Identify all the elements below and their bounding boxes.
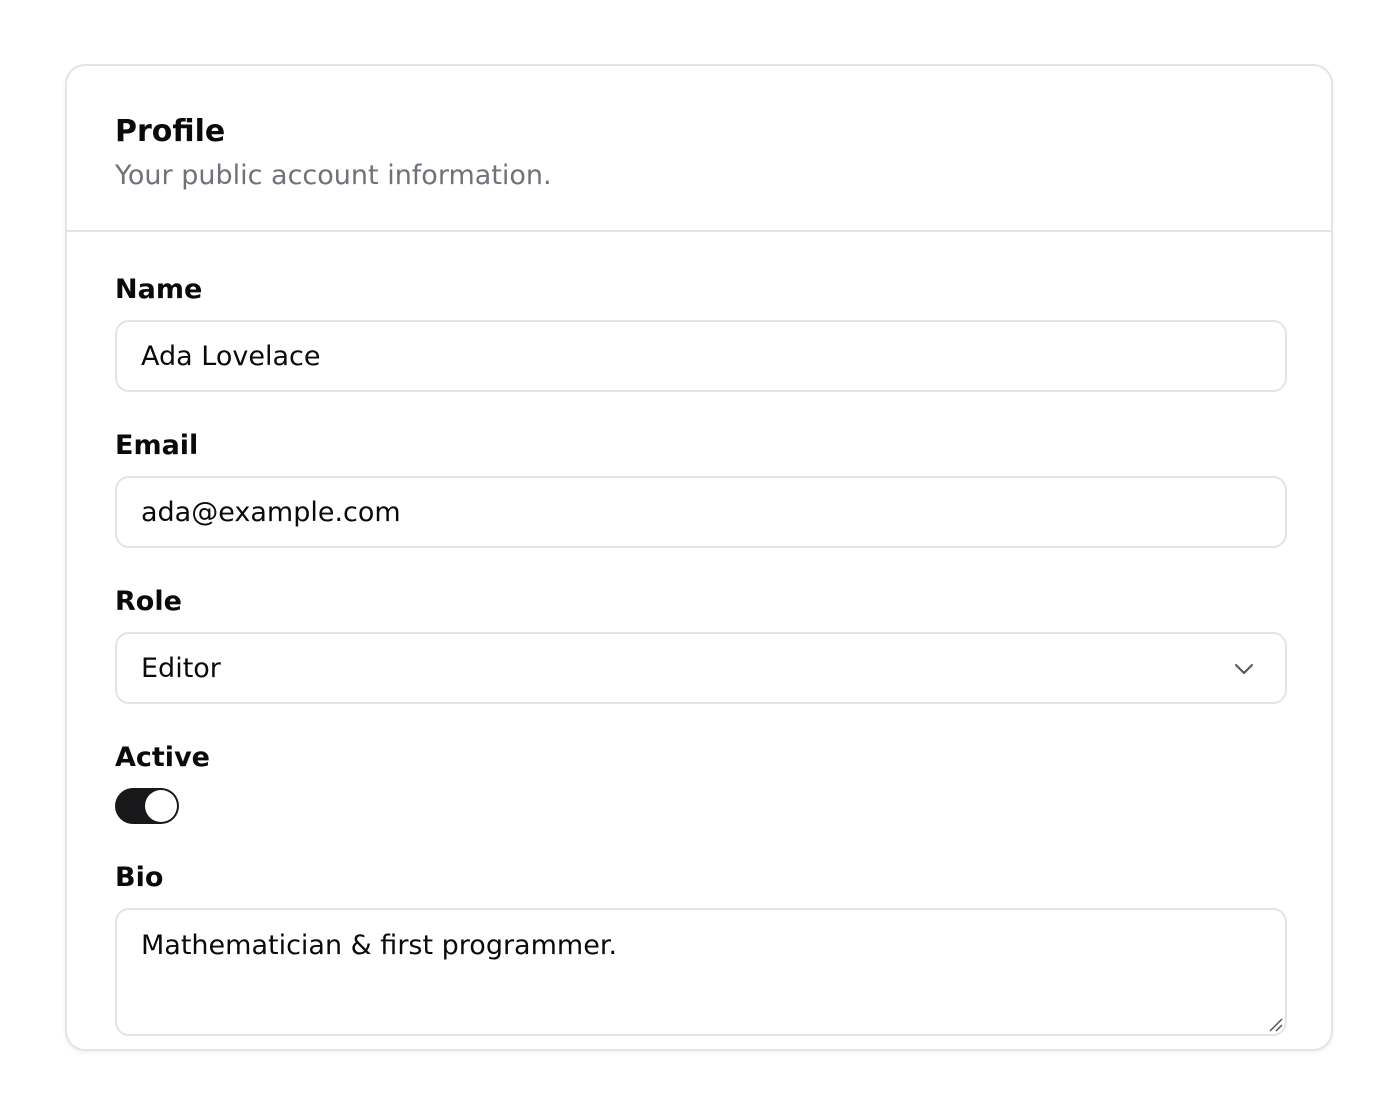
bio-label: Bio [115,862,164,893]
role-select[interactable]: Editor [115,632,1287,704]
email-field[interactable]: ada@example.com [115,476,1287,548]
bio-textarea-value: Mathematician & first programmer. [141,930,618,961]
name-label: Name [115,274,203,305]
card-header: Profile Your public account information. [67,66,1331,232]
email-field-value: ada@example.com [141,496,401,528]
toggle-knob [145,790,177,822]
name-field-value: Ada Lovelace [141,340,321,372]
active-label: Active [115,742,210,773]
email-label: Email [115,430,199,461]
role-label: Role [115,586,182,617]
name-field[interactable]: Ada Lovelace [115,320,1287,392]
page-title: Profile [115,114,226,149]
bio-textarea[interactable]: Mathematician & first programmer. [115,908,1287,1036]
page-subtitle: Your public account information. [115,160,552,191]
resize-handle-icon[interactable] [1267,1016,1283,1032]
profile-card: Profile Your public account information.… [65,64,1333,1051]
chevron-down-icon [1235,664,1253,674]
profile-form: Name Ada Lovelace Email ada@example.com … [67,232,1331,1036]
active-toggle[interactable] [115,788,179,824]
role-select-value: Editor [141,652,221,684]
